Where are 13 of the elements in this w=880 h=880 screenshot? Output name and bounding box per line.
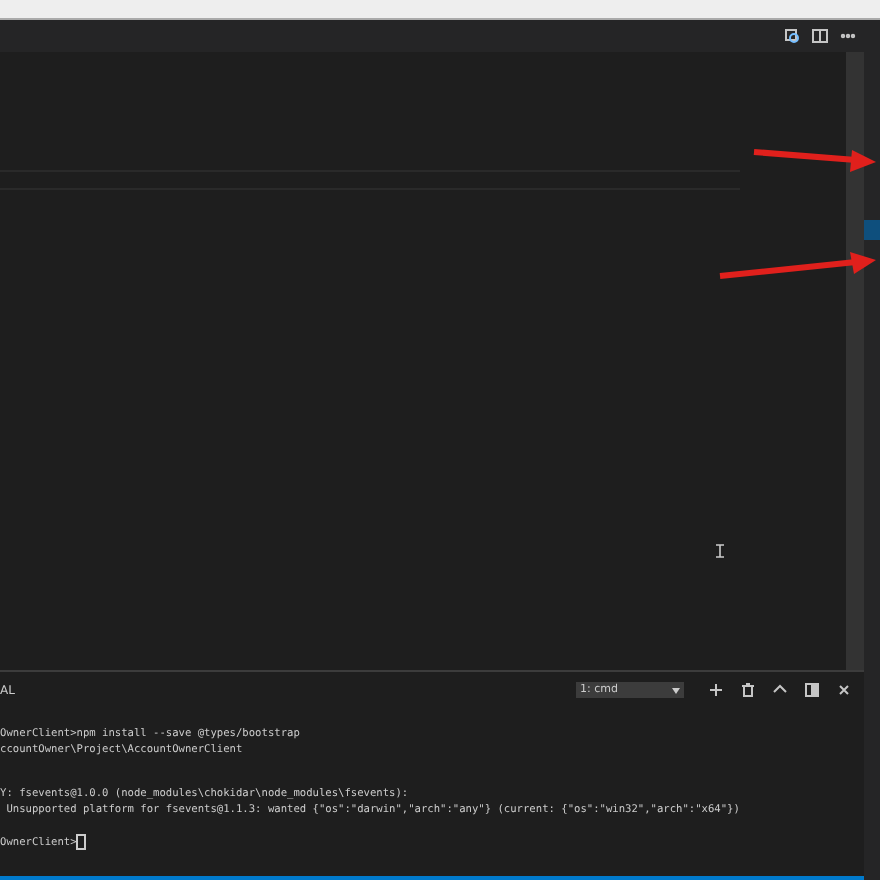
trash-icon[interactable] <box>740 682 756 698</box>
chevron-up-icon[interactable] <box>772 682 788 698</box>
compare-icon[interactable] <box>784 28 800 44</box>
split-editor-icon[interactable] <box>812 28 828 44</box>
text-cursor-icon <box>716 544 724 558</box>
cursor-icon <box>76 834 87 851</box>
more-icon[interactable] <box>840 28 856 44</box>
caret-icon <box>672 687 680 693</box>
plus-icon[interactable] <box>708 682 724 698</box>
panel-layout-icon[interactable] <box>804 682 820 698</box>
arrow-drawing <box>753 149 876 172</box>
scrollbar[interactable] <box>846 52 864 670</box>
close-icon[interactable] <box>836 682 852 698</box>
